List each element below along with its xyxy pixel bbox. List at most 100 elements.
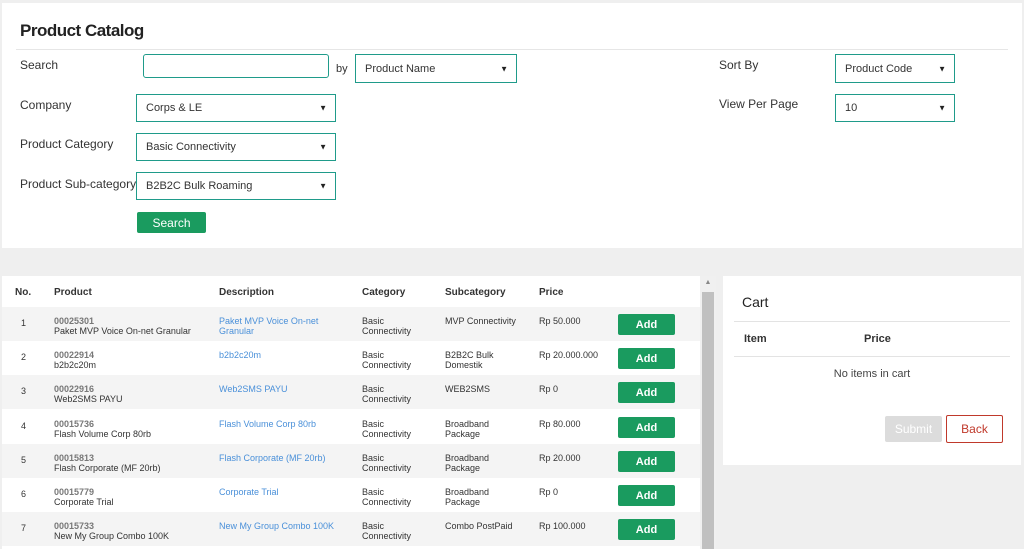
add-to-cart-button[interactable]: Add	[618, 314, 675, 335]
scrollbar-thumb[interactable]	[702, 292, 714, 549]
category-cell: Basic Connectivity	[362, 521, 412, 541]
description-link[interactable]: Flash Corporate (MF 20rb)	[219, 453, 344, 463]
description-link[interactable]: b2b2c20m	[219, 350, 344, 360]
table-scrollbar[interactable]: ▲	[700, 276, 716, 549]
column-header-description: Description	[219, 287, 275, 298]
column-header-category: Category	[362, 287, 406, 298]
row-number: 5	[21, 455, 27, 465]
view-per-page-label: View Per Page	[719, 97, 799, 111]
description-link[interactable]: Paket MVP Voice On-net Granular	[219, 316, 344, 336]
product-code: 00022916	[54, 384, 95, 394]
category-cell: Basic Connectivity	[362, 487, 412, 507]
product-code: 00015733	[54, 521, 95, 531]
caret-down-icon: ▼	[319, 103, 327, 113]
product-table: No. Product Description Category Subcate…	[2, 276, 700, 549]
product-cell: 00015736 Flash Volume Corp 80rb	[54, 419, 214, 439]
product-category-value: Basic Connectivity	[146, 141, 236, 153]
company-value: Corps & LE	[146, 102, 203, 114]
product-subcategory-select[interactable]: B2B2C Bulk Roaming ▼	[136, 172, 336, 200]
search-by-select[interactable]: Product Name ▼	[355, 54, 517, 83]
row-number: 7	[21, 523, 27, 533]
add-to-cart-button[interactable]: Add	[618, 485, 675, 506]
product-subcategory-label: Product Sub-category	[20, 177, 137, 191]
search-by-value: Product Name	[365, 62, 436, 75]
scroll-up-arrow-icon[interactable]: ▲	[700, 276, 716, 290]
add-to-cart-button[interactable]: Add	[618, 451, 675, 472]
add-to-cart-button[interactable]: Add	[618, 417, 675, 438]
cart-empty-message: No items in cart	[833, 368, 911, 380]
back-button[interactable]: Back	[946, 415, 1003, 443]
cart-divider	[734, 321, 1010, 322]
product-cell: 00015813 Flash Corporate (MF 20rb)	[54, 453, 214, 473]
description-link[interactable]: Corporate Trial	[219, 487, 344, 497]
price-cell: Rp 100.000	[539, 521, 586, 531]
price-cell: Rp 0	[539, 384, 559, 394]
row-number: 3	[21, 386, 27, 396]
product-code: 00015736	[54, 419, 95, 429]
view-per-page-select[interactable]: 10 ▼	[835, 94, 955, 122]
product-cell: 00015733 New My Group Combo 100K	[54, 521, 214, 541]
search-label: Search	[20, 58, 59, 72]
product-cell: 00015779 Corporate Trial	[54, 487, 214, 507]
table-row: 5 00015813 Flash Corporate (MF 20rb) Flas…	[2, 444, 700, 478]
table-row: 1 00025301 Paket MVP Voice On-net Granula…	[2, 307, 700, 341]
company-select[interactable]: Corps & LE ▼	[136, 94, 336, 122]
add-to-cart-button[interactable]: Add	[618, 348, 675, 369]
column-header-price: Price	[539, 287, 564, 298]
cart-title: Cart	[742, 294, 769, 310]
product-code: 00025301	[54, 316, 95, 326]
price-cell: Rp 80.000	[539, 419, 581, 429]
table-row: 7 00015733 New My Group Combo 100K New My…	[2, 512, 700, 546]
caret-down-icon: ▼	[319, 181, 327, 191]
subcategory-cell: Broadband Package	[445, 487, 490, 507]
title-divider	[16, 49, 1008, 50]
add-to-cart-button[interactable]: Add	[618, 382, 675, 403]
category-cell: Basic Connectivity	[362, 453, 412, 473]
row-number: 6	[21, 489, 27, 499]
caret-down-icon: ▼	[500, 64, 508, 73]
subcategory-cell: MVP Connectivity	[445, 316, 516, 326]
search-button[interactable]: Search	[137, 212, 206, 233]
subcategory-cell: Broadband Package	[445, 453, 490, 473]
caret-down-icon: ▼	[938, 103, 946, 113]
table-row: 6 00015779 Corporate Trial Corporate Tria…	[2, 478, 700, 512]
product-name: Flash Volume Corp 80rb	[54, 429, 152, 439]
page-title: Product Catalog	[20, 21, 144, 40]
cart-divider	[734, 356, 1010, 357]
price-cell: Rp 50.000	[539, 316, 581, 326]
subcategory-cell: WEB2SMS	[445, 384, 491, 394]
product-subcategory-value: B2B2C Bulk Roaming	[146, 180, 253, 192]
product-cell: 00022914 b2b2c20m	[54, 350, 214, 370]
column-header-subcategory: Subcategory	[445, 287, 506, 298]
product-category-label: Product Category	[20, 137, 114, 151]
product-code: 00022914	[54, 350, 95, 360]
row-number: 4	[21, 421, 27, 431]
cart-item-header: Item	[744, 333, 767, 345]
product-category-select[interactable]: Basic Connectivity ▼	[136, 133, 336, 161]
price-cell: Rp 20.000	[539, 453, 581, 463]
column-header-product: Product	[54, 287, 92, 298]
product-code: 00015813	[54, 453, 95, 463]
description-link[interactable]: Web2SMS PAYU	[219, 384, 344, 394]
company-label: Company	[20, 98, 72, 112]
product-name: Paket MVP Voice On-net Granular	[54, 326, 191, 336]
description-link[interactable]: Flash Volume Corp 80rb	[219, 419, 344, 429]
search-input[interactable]	[143, 54, 329, 78]
subcategory-cell: Broadband Package	[445, 419, 490, 439]
row-number: 1	[21, 318, 27, 328]
sort-by-value: Product Code	[845, 62, 913, 75]
add-to-cart-button[interactable]: Add	[618, 519, 675, 540]
submit-button[interactable]: Submit	[885, 416, 942, 442]
category-cell: Basic Connectivity	[362, 384, 412, 404]
table-row: 3 00022916 Web2SMS PAYU Web2SMS PAYU Basi…	[2, 375, 700, 409]
table-header: No. Product Description Category Subcate…	[2, 276, 700, 307]
table-row: 4 00015736 Flash Volume Corp 80rb Flash V…	[2, 410, 700, 444]
sort-by-select[interactable]: Product Code ▼	[835, 54, 955, 83]
product-cell: 00025301 Paket MVP Voice On-net Granular	[54, 316, 214, 336]
price-cell: Rp 0	[539, 487, 559, 497]
table-row: 2 00022914 b2b2c20m b2b2c20m Basic Connec…	[2, 341, 700, 375]
description-link[interactable]: New My Group Combo 100K	[219, 521, 344, 531]
filter-panel: Product Catalog Search by Product Name ▼…	[2, 3, 1022, 248]
caret-down-icon: ▼	[319, 142, 327, 152]
category-cell: Basic Connectivity	[362, 350, 412, 370]
